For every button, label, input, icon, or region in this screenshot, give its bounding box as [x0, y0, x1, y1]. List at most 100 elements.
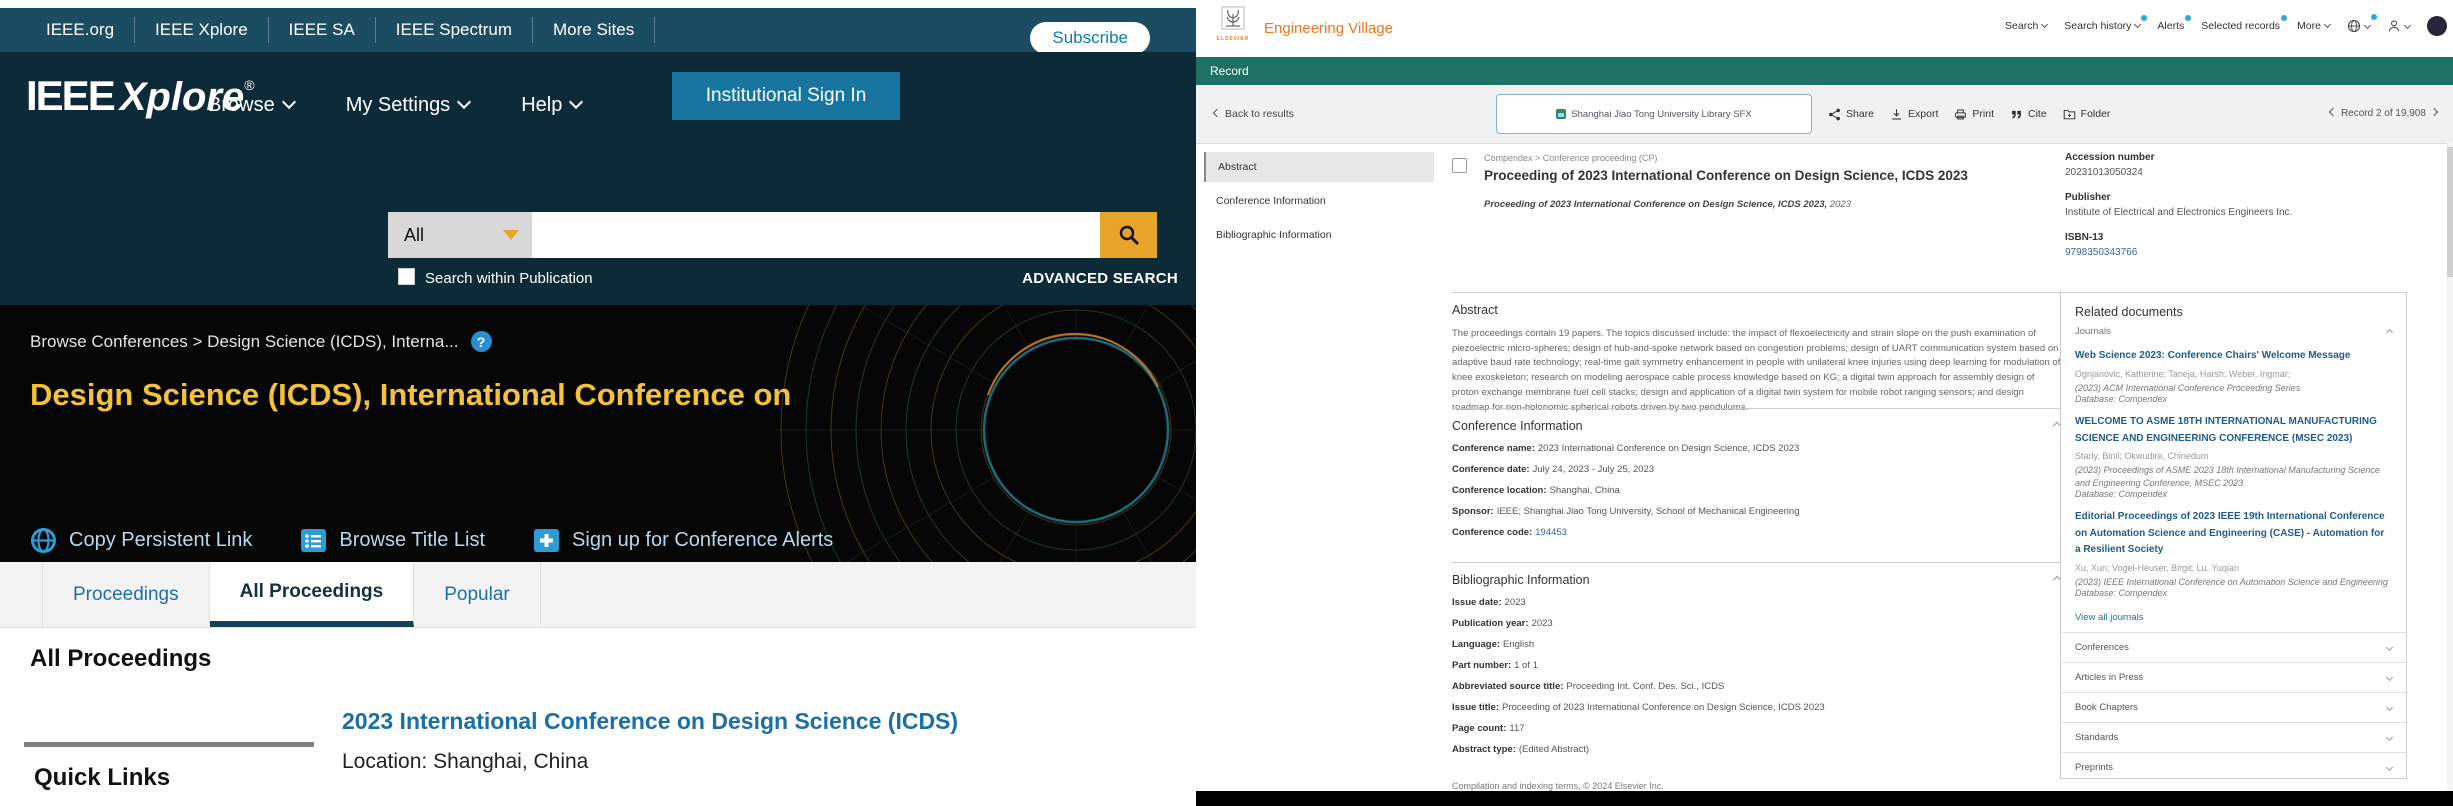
cite-button[interactable]: Cite	[2010, 108, 2047, 121]
related-section-standards[interactable]: Standards	[2061, 722, 2406, 752]
language-menu[interactable]	[2347, 19, 2370, 33]
conference-title: Design Science (ICDS), International Con…	[30, 377, 791, 413]
nav-search[interactable]: Search	[2005, 20, 2047, 32]
isbn-link[interactable]: 9798350343766	[2065, 247, 2395, 258]
related-document-title[interactable]: Editorial Proceedings of 2023 IEEE 19th …	[2075, 509, 2392, 559]
chevron-down-icon	[569, 95, 583, 109]
chevron-up-icon	[2386, 329, 2393, 336]
field-value: IEEE; Shanghai Jiao Tong University, Sch…	[1497, 506, 1800, 517]
sidebar-item-bibliographic-information[interactable]: Bibliographic Information	[1204, 220, 1434, 250]
search-input[interactable]	[532, 212, 1100, 258]
nav-my-settings-label: My Settings	[346, 94, 450, 116]
field-label: Page count:	[1452, 723, 1506, 734]
related-section-preprints[interactable]: Preprints	[2061, 752, 2406, 779]
tab-proceedings-label: Proceedings	[73, 584, 179, 606]
nav-search-history[interactable]: Search history	[2064, 20, 2140, 32]
print-button[interactable]: Print	[1954, 108, 1994, 121]
checkbox-icon[interactable]	[398, 268, 415, 285]
breadcrumb: Browse Conferences > Design Science (ICD…	[30, 331, 492, 352]
search-button[interactable]	[1100, 212, 1157, 258]
chevron-down-icon	[2364, 22, 2371, 29]
tab-all-proceedings-label: All Proceedings	[240, 581, 384, 603]
related-section-label: Standards	[2075, 732, 2118, 743]
related-journals-group[interactable]: Journals	[2061, 323, 2406, 343]
bibliographic-information-heading: Bibliographic Information	[1452, 573, 2064, 587]
subscribe-button[interactable]: Subscribe	[1030, 22, 1150, 54]
link-ieee-xplore[interactable]: IEEE Xplore	[135, 17, 269, 43]
bottom-bar	[1196, 791, 2453, 806]
related-document-source: (2023) IEEE International Conference on …	[2075, 576, 2392, 589]
field-label: Conference code:	[1452, 527, 1532, 538]
nav-more[interactable]: More	[2297, 20, 2330, 32]
copy-persistent-link-button[interactable]: Copy Persistent Link	[30, 527, 252, 554]
next-record-icon[interactable]	[2430, 108, 2438, 116]
export-button[interactable]: Export	[1890, 108, 1938, 121]
chevron-down-icon	[2404, 22, 2411, 29]
field-value: 2023	[1505, 597, 1526, 608]
view-all-journals-link[interactable]: View all journals	[2061, 603, 2406, 632]
related-section-book-chapters[interactable]: Book Chapters	[2061, 692, 2406, 722]
nav-help[interactable]: Help	[521, 94, 581, 117]
field-value: Shanghai, China	[1550, 485, 1620, 496]
plus-icon	[533, 527, 560, 554]
advanced-search-link[interactable]: ADVANCED SEARCH	[1022, 270, 1178, 287]
account-menu[interactable]	[2387, 19, 2410, 33]
previous-record-icon[interactable]	[2329, 108, 2337, 116]
tab-all-proceedings[interactable]: All Proceedings	[210, 562, 415, 627]
related-section-articles-in-press[interactable]: Articles in Press	[2061, 662, 2406, 692]
institutional-sign-in-button[interactable]: Institutional Sign In	[672, 72, 900, 120]
link-ieee-org[interactable]: IEEE.org	[26, 17, 135, 43]
nav-browse[interactable]: Browse	[208, 94, 294, 117]
record-pagination-label: Record 2 of 19,908	[2341, 108, 2426, 119]
chevron-down-icon	[282, 95, 296, 109]
chevron-down-icon	[2386, 644, 2393, 651]
related-document-database: Database: Compendex	[2075, 588, 2392, 598]
field-label: Abbreviated source title:	[1452, 681, 1563, 692]
related-section-label: Articles in Press	[2075, 672, 2143, 683]
engineering-village-brand[interactable]: Engineering Village	[1264, 20, 1393, 37]
sidebar-item-abstract[interactable]: Abstract	[1204, 152, 1434, 182]
browse-title-list-button[interactable]: Browse Title List	[300, 527, 485, 554]
back-to-results-link[interactable]: Back to results	[1214, 108, 1294, 120]
related-document-title[interactable]: WELCOME TO ASME 18TH INTERNATIONAL MANUF…	[2075, 414, 2392, 447]
breadcrumb-text[interactable]: Browse Conferences > Design Science (ICD…	[30, 332, 459, 352]
link-ieee-sa[interactable]: IEEE SA	[269, 17, 376, 43]
search-scope-dropdown[interactable]: All	[388, 212, 532, 258]
record-bar-label: Record	[1210, 64, 1249, 78]
conference-2023-link[interactable]: 2023 International Conference on Design …	[342, 708, 958, 735]
export-label: Export	[1908, 108, 1938, 120]
search-within-option[interactable]: Search within Publication	[398, 268, 593, 288]
scrollbar[interactable]	[2447, 143, 2453, 791]
conference-code-link[interactable]: 194453	[1535, 527, 1567, 538]
conference-alerts-label: Sign up for Conference Alerts	[572, 529, 833, 552]
print-icon	[1954, 108, 1967, 121]
sfx-button-label: Shanghai Jiao Tong University Library SF…	[1571, 109, 1751, 120]
publisher-label: Publisher	[2065, 192, 2395, 203]
sfx-fulltext-button[interactable]: Shanghai Jiao Tong University Library SF…	[1496, 94, 1812, 134]
link-ieee-spectrum[interactable]: IEEE Spectrum	[376, 17, 533, 43]
record-checkbox[interactable]	[1452, 158, 1467, 173]
related-document-database: Database: Compendex	[2075, 394, 2392, 404]
elsevier-logo[interactable]: ELSEVIER	[1210, 6, 1256, 42]
nav-selected-records[interactable]: Selected records	[2201, 20, 2280, 32]
related-document-title[interactable]: Web Science 2023: Conference Chairs' Wel…	[2075, 348, 2392, 365]
help-icon[interactable]: ?	[471, 331, 492, 352]
nav-selected-records-label: Selected records	[2201, 20, 2280, 32]
abbreviated-source-title-row: Abbreviated source title:Proceeding Int.…	[1452, 681, 2064, 692]
print-label: Print	[1972, 108, 1994, 120]
share-button[interactable]: Share	[1828, 108, 1874, 121]
nav-my-settings[interactable]: My Settings	[346, 94, 469, 117]
link-more-sites[interactable]: More Sites	[533, 17, 655, 43]
ieee-meta-bar: IEEE.org IEEE Xplore IEEE SA IEEE Spectr…	[0, 8, 1196, 52]
nav-alerts[interactable]: Alerts	[2157, 20, 2184, 32]
related-section-conferences[interactable]: Conferences	[2061, 632, 2406, 662]
conference-alerts-button[interactable]: Sign up for Conference Alerts	[533, 527, 833, 554]
related-document-item: Web Science 2023: Conference Chairs' Wel…	[2061, 343, 2406, 409]
sidebar-item-conference-information[interactable]: Conference Information	[1204, 186, 1434, 216]
folder-button[interactable]: Folder	[2063, 108, 2111, 121]
tab-popular[interactable]: Popular	[414, 562, 541, 627]
tab-proceedings[interactable]: Proceedings	[42, 562, 210, 627]
institution-avatar[interactable]	[2427, 16, 2447, 36]
chevron-down-icon	[2324, 21, 2331, 28]
scrollbar-thumb[interactable]	[2447, 147, 2453, 277]
